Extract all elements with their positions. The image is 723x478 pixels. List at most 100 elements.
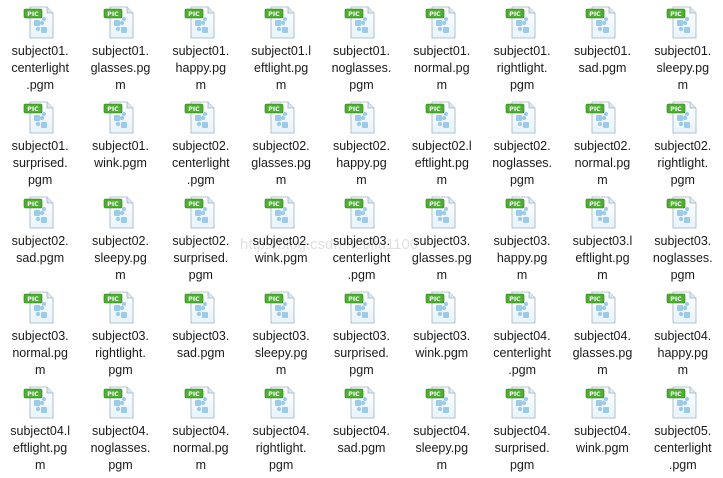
file-name-line-2: centerlight [493, 346, 551, 360]
file-item[interactable]: PIC subject01.l eftlight.pg m [241, 0, 321, 95]
file-item[interactable]: PIC subject03. sleepy.pg m [241, 285, 321, 380]
file-item[interactable]: PIC subject01. rightlight. pgm [482, 0, 562, 95]
file-item[interactable]: PIC subject01. happy.pg m [161, 0, 241, 95]
file-name-label: subject02. sleepy.pg m [83, 233, 157, 284]
file-item[interactable]: PIC subject02. rightlight. pgm [643, 95, 723, 190]
file-item[interactable]: PIC subject03.l eftlight.pg m [562, 190, 642, 285]
file-item[interactable]: PIC subject03. surprised. pgm [321, 285, 401, 380]
file-item[interactable]: PIC subject02.l eftlight.pg m [402, 95, 482, 190]
pgm-image-file-icon: PIC [264, 196, 295, 229]
pgm-image-file-icon: PIC [345, 291, 375, 324]
file-name-line-2: rightlight. [496, 61, 548, 75]
file-name-label: subject04. sad.pgm [324, 423, 398, 457]
file-item[interactable]: PIC subject02. sleepy.pg m [80, 190, 160, 285]
file-name-line-1: subject02. [252, 234, 310, 248]
file-item[interactable]: PIC subject01. normal.pg m [402, 0, 482, 95]
file-item[interactable]: PIC subject04. sad.pgm [321, 380, 401, 475]
svg-text:PIC: PIC [27, 106, 39, 113]
file-item[interactable]: PIC subject04.l eftlight.pg m [0, 380, 80, 475]
file-name-line-2: eftlight.pg [254, 61, 309, 75]
file-name-line-1: subject03. [172, 329, 230, 343]
file-item[interactable]: PIC subject01. surprised. pgm [0, 95, 80, 190]
file-name-line-1: subject02. [172, 234, 230, 248]
file-name-line-3: m [436, 78, 447, 92]
file-item[interactable]: PIC subject03. rightlight. pgm [80, 285, 160, 380]
file-name-line-3: pgm [509, 78, 535, 92]
pgm-image-file-icon: PIC [104, 101, 134, 134]
file-name-label: subject02. happy.pg m [324, 138, 398, 189]
file-item[interactable]: PIC subject01. sleepy.pg m [643, 0, 723, 95]
file-name-line-2: eftlight.pg [13, 441, 68, 455]
file-item[interactable]: PIC subject04. noglasses. pgm [80, 380, 160, 475]
file-name-line-3: m [597, 173, 608, 187]
file-name-line-1: subject01. [493, 44, 551, 58]
pgm-image-file-icon: PIC [505, 386, 536, 419]
file-item[interactable]: PIC subject03. normal.pg m [0, 285, 80, 380]
file-item[interactable]: PIC subject04. rightlight. pgm [241, 380, 321, 475]
file-name-label: subject01. surprised. pgm [3, 138, 77, 189]
file-item[interactable]: PIC subject02. happy.pg m [321, 95, 401, 190]
file-name-line-1: subject02. [493, 139, 551, 153]
pgm-image-file-icon: PIC [104, 386, 134, 419]
svg-text:PIC: PIC [27, 296, 39, 303]
file-item[interactable]: PIC subject03. wink.pgm [402, 285, 482, 380]
file-name-line-1: subject01. [573, 44, 631, 58]
file-item[interactable]: PIC subject03. noglasses. pgm [643, 190, 723, 285]
file-name-line-1: subject04. [654, 329, 712, 343]
file-item[interactable]: PIC subject02. wink.pgm [241, 190, 321, 285]
pgm-image-file-icon: PIC [666, 291, 697, 324]
file-name-line-1: subject02. [332, 139, 390, 153]
pgm-image-file-icon: PIC [505, 291, 536, 324]
file-item[interactable]: PIC subject02. noglasses. pgm [482, 95, 562, 190]
file-name-label: subject05. centerlight .pgm [646, 423, 720, 474]
file-name-label: subject02. glasses.pg m [244, 138, 318, 189]
file-name-label: subject02. wink.pgm [244, 233, 318, 267]
svg-text:PIC: PIC [27, 391, 39, 398]
svg-text:PIC: PIC [188, 11, 200, 18]
file-name-line-2: normal.pg [574, 156, 631, 170]
file-name-line-3: .pgm [347, 268, 376, 282]
file-item[interactable]: PIC subject03. sad.pgm [161, 285, 241, 380]
file-name-line-3: m [677, 78, 688, 92]
file-name-line-1: subject02. [654, 139, 712, 153]
file-name-line-3: m [275, 173, 287, 187]
file-item[interactable]: PIC subject01. centerlight .pgm [0, 0, 80, 95]
file-name-line-3: pgm [509, 458, 535, 472]
file-item[interactable]: PIC subject04. centerlight .pgm [482, 285, 562, 380]
file-item[interactable]: PIC subject03. centerlight .pgm [321, 190, 401, 285]
file-name-line-3: .pgm [508, 363, 537, 377]
file-item[interactable]: PIC subject04. sleepy.pg m [402, 380, 482, 475]
file-item[interactable]: PIC subject03. glasses.pg m [402, 190, 482, 285]
pgm-image-file-icon: PIC [184, 101, 215, 134]
file-item[interactable]: PIC subject01. noglasses. pgm [321, 0, 401, 95]
svg-text:PIC: PIC [349, 391, 361, 398]
file-item[interactable]: PIC subject02. centerlight .pgm [161, 95, 241, 190]
file-item[interactable]: PIC subject01. wink.pgm [80, 95, 160, 190]
file-item[interactable]: PIC subject02. sad.pgm [0, 190, 80, 285]
file-item[interactable]: PIC subject03. happy.pg m [482, 190, 562, 285]
file-name-label: subject03. happy.pg m [485, 233, 559, 284]
file-item[interactable]: PIC subject02. normal.pg m [562, 95, 642, 190]
file-item[interactable]: PIC subject02. glasses.pg m [241, 95, 321, 190]
file-name-line-1: subject02. [91, 234, 149, 248]
file-name-line-1: subject04. [332, 424, 390, 438]
file-item[interactable]: PIC subject05. centerlight .pgm [643, 380, 723, 475]
pgm-image-file-icon: PIC [586, 6, 616, 39]
file-name-line-2: surprised. [494, 441, 550, 455]
svg-text:PIC: PIC [108, 296, 120, 303]
file-item[interactable]: PIC subject04. normal.pg m [161, 380, 241, 475]
file-name-line-1: subject03. [654, 234, 712, 248]
file-item[interactable]: PIC subject04. glasses.pg m [562, 285, 642, 380]
file-item[interactable]: PIC subject04. surprised. pgm [482, 380, 562, 475]
file-item[interactable]: PIC subject02. surprised. pgm [161, 190, 241, 285]
file-item[interactable]: PIC subject01. sad.pgm [562, 0, 642, 95]
file-name-label: subject03.l eftlight.pg m [565, 233, 639, 284]
file-item[interactable]: PIC subject04. happy.pg m [643, 285, 723, 380]
svg-text:PIC: PIC [429, 106, 441, 113]
file-item[interactable]: PIC subject01. glasses.pg m [80, 0, 160, 95]
file-name-label: subject03. glasses.pg m [405, 233, 479, 284]
file-item[interactable]: PIC subject04. wink.pgm [562, 380, 642, 475]
file-name-label: subject04. normal.pg m [164, 423, 238, 474]
file-name-line-1: subject02. [11, 234, 69, 248]
pgm-image-file-icon: PIC [184, 386, 215, 419]
